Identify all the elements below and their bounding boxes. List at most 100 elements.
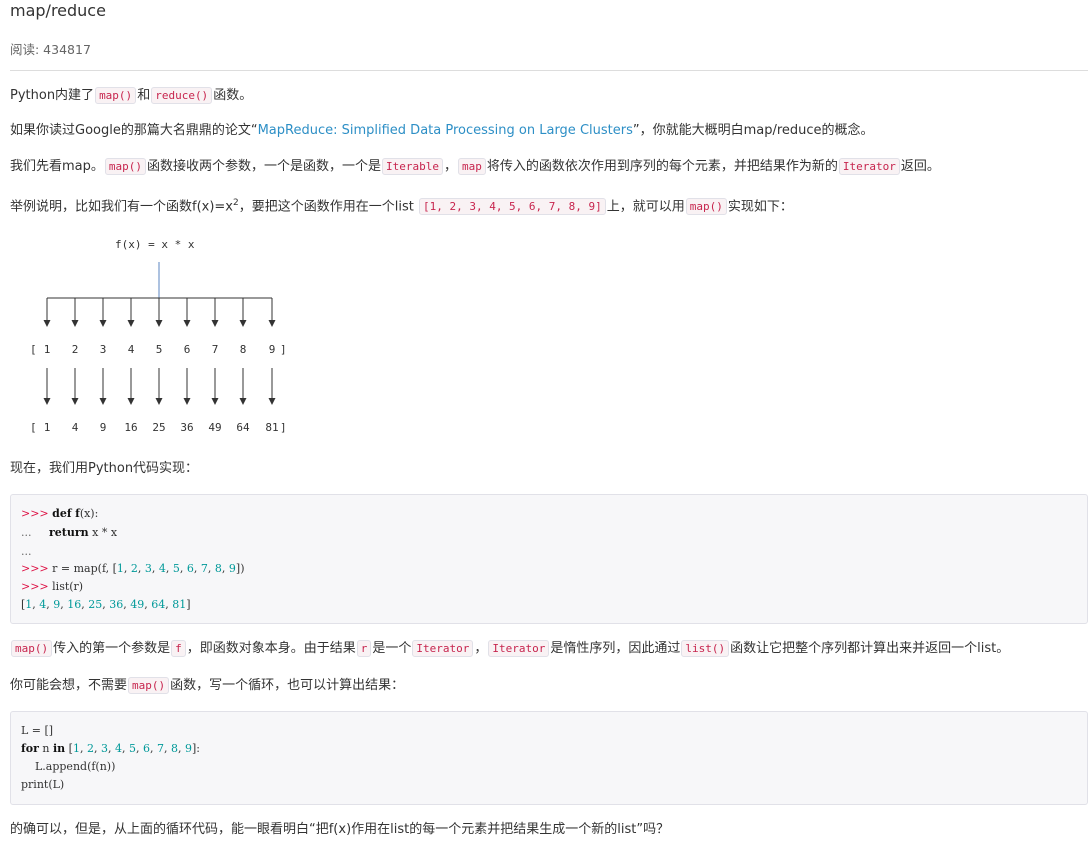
output-value: 81 xyxy=(265,421,278,434)
separator: , xyxy=(93,742,101,755)
number: 7 xyxy=(156,742,164,755)
code-text: ] xyxy=(186,598,191,611)
code-line: ... return x * x xyxy=(21,524,117,541)
text: ， xyxy=(474,641,488,656)
map-arrow-head xyxy=(183,398,191,405)
output-value: 49 xyxy=(208,421,221,434)
number-list: 1, 4, 9, 16, 25, 36, 49, 64, 81 xyxy=(25,598,186,611)
separator: , xyxy=(207,562,215,575)
text: 上，就可以用 xyxy=(606,199,685,215)
code-text: print(L) xyxy=(21,778,65,791)
paragraph-map-explain: map() 传入的第一个参数是 f ，即函数对象本身。由于结果 r 是一个 Iterator… xyxy=(10,639,1009,659)
code-block-loop: L = [] for n in [1, 2, 3, 4, 5, 6, 7, 8,… xyxy=(10,711,1088,805)
separator: , xyxy=(177,742,185,755)
number: 5 xyxy=(172,562,180,575)
number: 64 xyxy=(151,598,166,611)
paragraph-mapreduce-paper: 如果你读过Google的那篇大名鼎鼎的论文“MapReduce: Simplif… xyxy=(10,121,874,141)
inline-code: Iterator xyxy=(838,158,900,175)
number: 81 xyxy=(172,598,187,611)
mapreduce-paper-link[interactable]: MapReduce: Simplified Data Processing on… xyxy=(258,123,633,138)
inline-code: Iterable xyxy=(382,158,444,175)
inline-code: r xyxy=(356,640,372,657)
code-line: for n in [1, 2, 3, 4, 5, 6, 7, 8, 9]: xyxy=(21,740,200,757)
divider xyxy=(10,70,1088,71)
keyword: def xyxy=(52,507,72,520)
separator: , xyxy=(179,562,187,575)
inline-code: list() xyxy=(681,640,730,657)
code-text: ]) xyxy=(235,562,245,575)
code-text: list(r) xyxy=(48,580,84,593)
map-arrow-head xyxy=(211,398,219,405)
separator: , xyxy=(149,742,157,755)
number: 6 xyxy=(142,742,150,755)
separator: , xyxy=(163,742,171,755)
read-count: 阅读: 434817 xyxy=(10,42,91,57)
number: 25 xyxy=(88,598,103,611)
separator: , xyxy=(135,742,143,755)
text: ，即函数对象本身。由于结果 xyxy=(186,641,356,656)
input-value: 3 xyxy=(100,343,107,356)
map-arrow-head xyxy=(239,398,247,405)
text: 举例说明，比如我们有一个函数f(x)=x xyxy=(10,199,233,215)
code-line: >>> r = map(f, [1, 2, 3, 4, 5, 6, 7, 8, … xyxy=(21,560,245,577)
page-title: map/reduce xyxy=(10,1,106,20)
text: ”，你就能大概明白map/reduce的概念。 xyxy=(632,123,874,138)
number: 7 xyxy=(200,562,208,575)
number-list: 1, 2, 3, 4, 5, 6, 7, 8, 9 xyxy=(73,742,192,755)
text: 现在，我们用Python代码实现： xyxy=(10,461,199,476)
prompt: >>> xyxy=(21,562,49,575)
number: 8 xyxy=(170,742,178,755)
keyword: return xyxy=(48,526,89,539)
output-close-bracket: ] xyxy=(280,421,287,434)
function-label: f(x) = x * x xyxy=(115,238,195,251)
inline-code: reduce() xyxy=(151,87,213,104)
separator: , xyxy=(79,742,87,755)
output-value: 64 xyxy=(236,421,250,434)
keyword: in xyxy=(52,742,66,755)
separator: , xyxy=(165,562,173,575)
text: 函数接收两个参数，一个是函数，一个是 xyxy=(147,159,382,174)
separator: , xyxy=(151,562,159,575)
code-line: >>> list(r) xyxy=(21,578,83,595)
number: 1 xyxy=(116,562,124,575)
map-arrow-head xyxy=(268,398,276,405)
number: 2 xyxy=(130,562,138,575)
number: 6 xyxy=(186,562,194,575)
inline-code: Iterator xyxy=(488,640,550,657)
text: 我们先看map。 xyxy=(10,159,104,174)
separator: , xyxy=(193,562,201,575)
prompt: >>> xyxy=(21,507,49,520)
text: 传入的第一个参数是 xyxy=(53,641,171,656)
text: Python内建了 xyxy=(10,88,95,103)
output-value: 16 xyxy=(124,421,137,434)
text: 返回。 xyxy=(900,159,940,174)
text: 是惰性序列，因此通过 xyxy=(550,641,681,656)
text: 将传入的函数依次作用到序列的每个元素，并把结果作为新的 xyxy=(486,159,838,174)
input-value: 6 xyxy=(184,343,191,356)
code-text: n xyxy=(38,742,53,755)
number-list: 1, 2, 3, 4, 5, 6, 7, 8, 9 xyxy=(117,562,236,575)
paragraph-loop-alt: 你可能会想，不需要 map() 函数，写一个循环，也可以计算出结果： xyxy=(10,676,404,696)
number: 3 xyxy=(100,742,108,755)
paragraph-example: 举例说明，比如我们有一个函数f(x)=x2，要把这个函数作用在一个list [1… xyxy=(10,193,793,217)
input-value: 4 xyxy=(128,343,135,356)
output-value: 1 xyxy=(44,421,51,434)
code-line: L.append(f(n)) xyxy=(21,758,115,775)
inline-code: Iterator xyxy=(412,640,474,657)
input-value: 2 xyxy=(72,343,79,356)
code-text: [ xyxy=(65,742,73,755)
paragraph-python-impl: 现在，我们用Python代码实现： xyxy=(10,459,198,479)
separator: , xyxy=(107,742,115,755)
inline-code: map xyxy=(458,158,486,175)
code-line: >>> def f(x): xyxy=(21,505,98,522)
text: 你可能会想，不需要 xyxy=(10,678,128,693)
separator: , xyxy=(137,562,145,575)
down-arrow-head xyxy=(183,320,191,327)
output-value: 9 xyxy=(100,421,107,434)
down-arrow-head xyxy=(99,320,107,327)
input-close-bracket: ] xyxy=(280,343,287,356)
keyword: for xyxy=(21,742,39,755)
output-value: 36 xyxy=(180,421,193,434)
text: 函数。 xyxy=(213,88,253,103)
prompt: >>> xyxy=(21,580,49,593)
